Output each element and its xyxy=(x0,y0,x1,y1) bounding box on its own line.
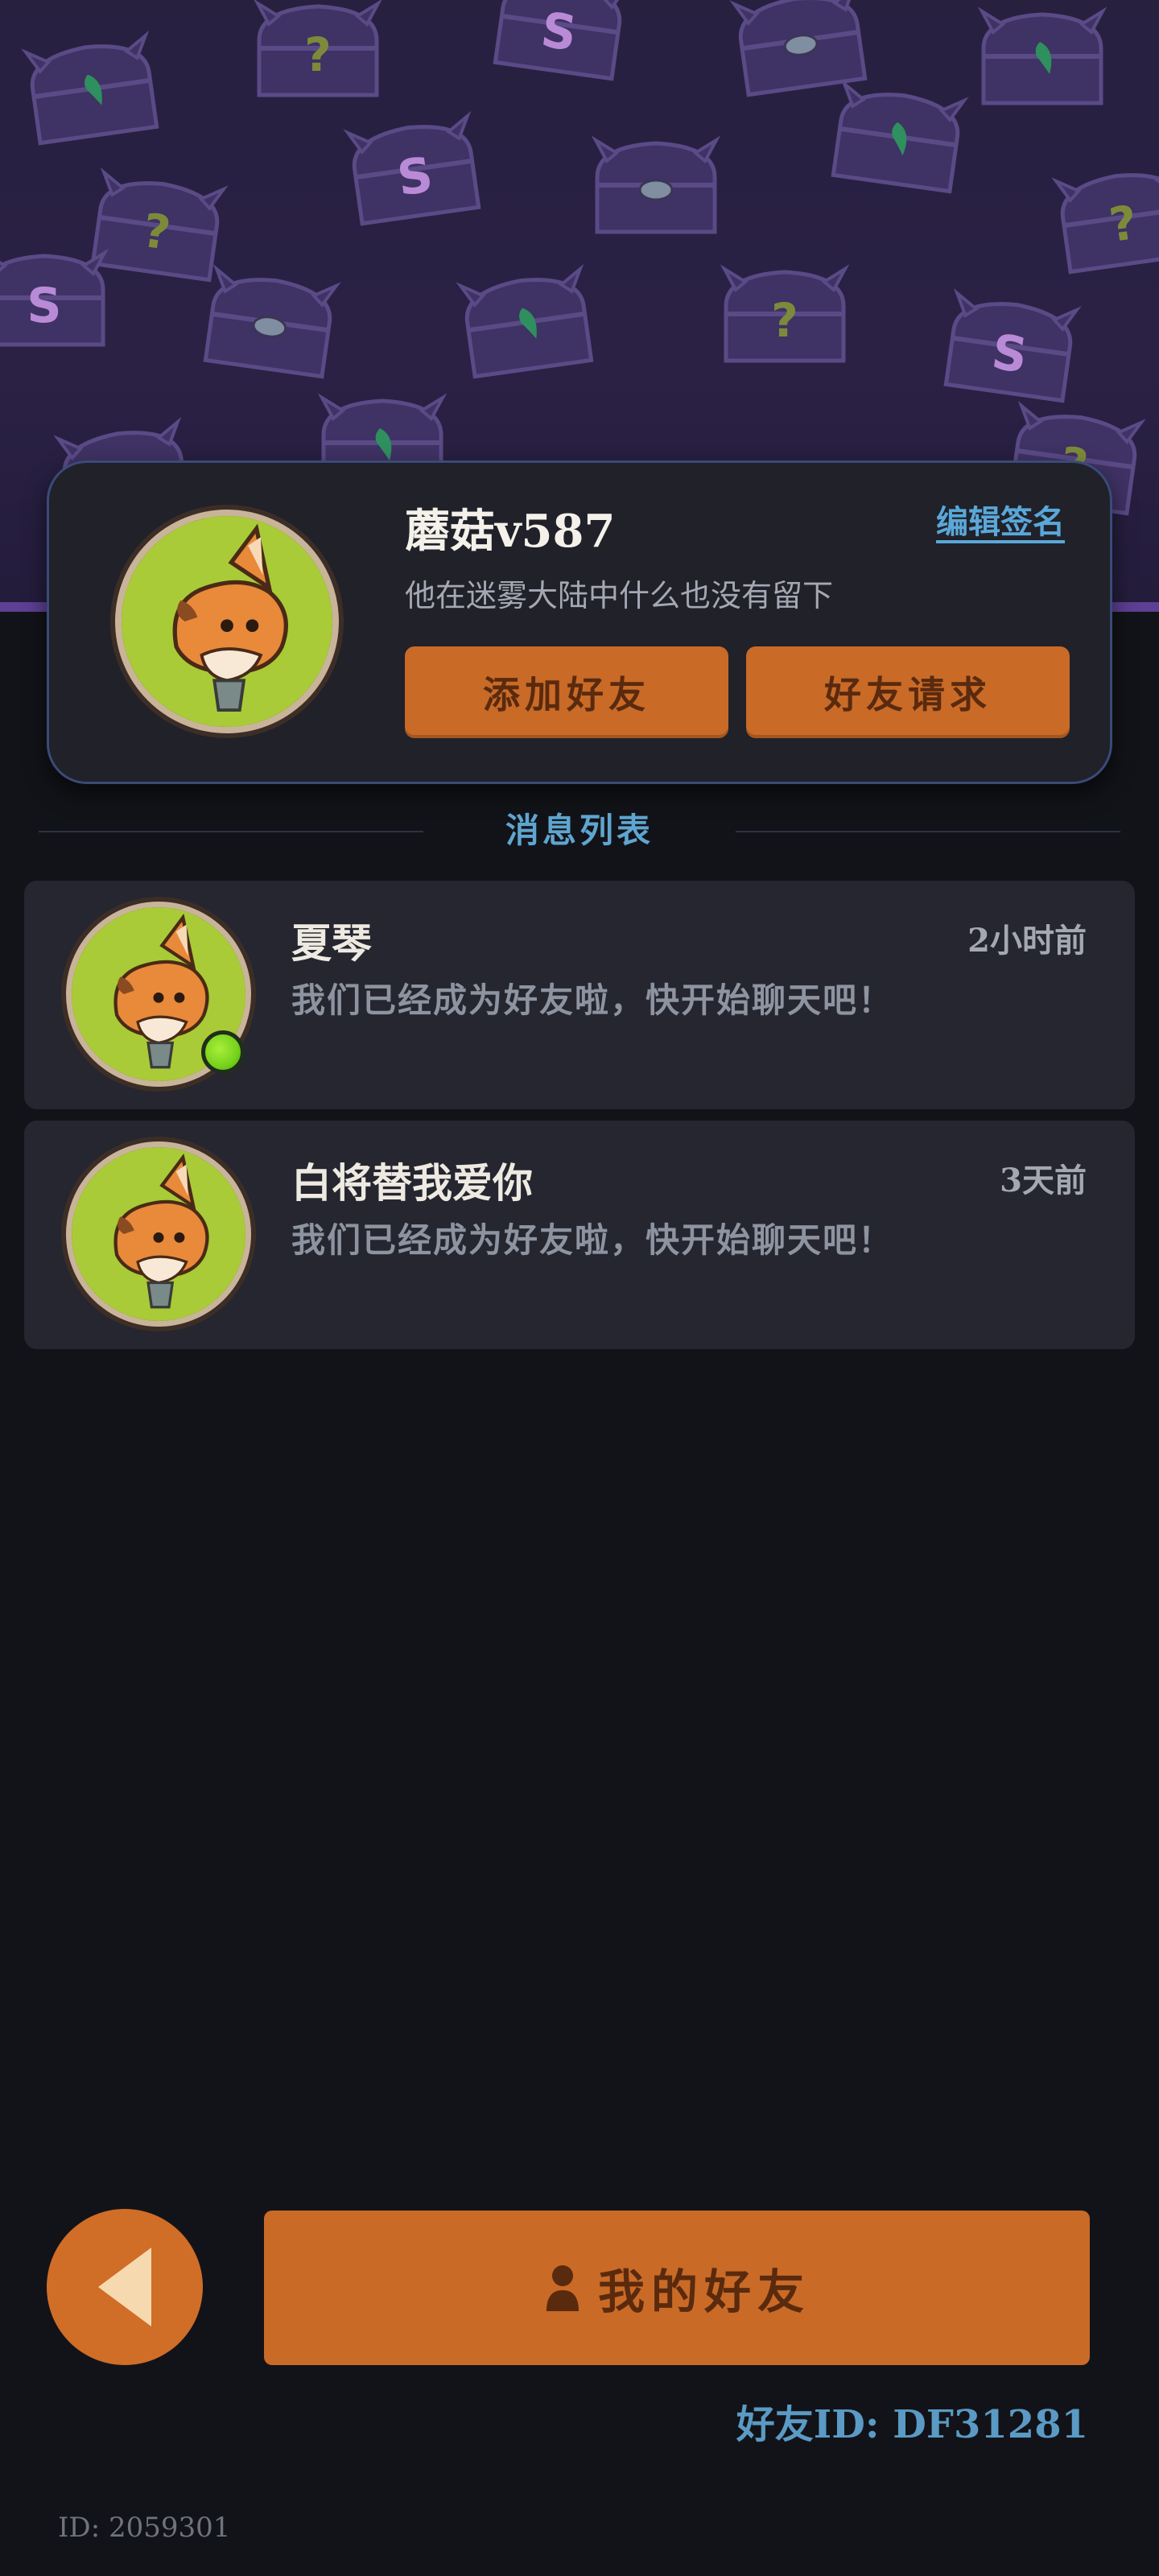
message-list-item[interactable]: 夏琴 2小时前 我们已经成为好友啦，快开始聊天吧！ xyxy=(24,881,1135,1109)
friend-name: 夏琴 xyxy=(291,919,372,967)
my-friends-label: 我的好友 xyxy=(597,2264,810,2319)
edit-signature-link[interactable]: 编辑签名 xyxy=(936,505,1065,543)
back-button[interactable] xyxy=(47,2209,203,2365)
chest-pattern-icon xyxy=(580,129,732,250)
chest-pattern-icon xyxy=(813,71,981,212)
profile-card: 蘑菇v587 编辑签名 他在迷雾大陆中什么也没有留下 添加好友 好友请求 xyxy=(47,460,1112,784)
message-preview: 我们已经成为好友啦，快开始聊天吧！ xyxy=(291,1220,894,1260)
chest-pattern-icon xyxy=(8,23,176,163)
message-list-item[interactable]: 白将替我爱你 3天前 我们已经成为好友啦，快开始聊天吧！ xyxy=(24,1121,1135,1349)
chest-pattern-icon: ? xyxy=(708,258,861,378)
chest-pattern-icon: ? xyxy=(1038,151,1159,292)
friend-name: 白将替我爱你 xyxy=(291,1159,533,1207)
svg-text:?: ? xyxy=(771,293,798,348)
friend-avatar[interactable] xyxy=(66,1141,251,1327)
back-arrow-icon xyxy=(98,2248,151,2326)
chest-pattern-icon: S xyxy=(0,242,121,362)
svg-text:S: S xyxy=(27,278,61,334)
add-friend-button[interactable]: 添加好友 xyxy=(405,646,728,738)
user-id-text: ID: 2059301 xyxy=(58,2512,231,2544)
chest-pattern-icon xyxy=(443,256,611,397)
chest-pattern-icon: ? xyxy=(241,0,394,113)
my-friends-button[interactable]: 我的好友 xyxy=(264,2211,1090,2365)
message-preview: 我们已经成为好友啦，快开始聊天吧！ xyxy=(291,980,894,1020)
message-list-title: 消息列表 xyxy=(505,811,654,850)
person-icon xyxy=(546,2265,579,2311)
profile-name: 蘑菇v587 xyxy=(405,505,616,558)
message-time: 3天前 xyxy=(1000,1162,1087,1199)
profile-signature: 他在迷雾大陆中什么也没有留下 xyxy=(405,578,834,613)
online-status-dot xyxy=(201,1030,245,1074)
message-time: 2小时前 xyxy=(967,922,1087,960)
profile-avatar[interactable] xyxy=(115,510,339,733)
fox-avatar-icon xyxy=(122,516,332,727)
svg-text:?: ? xyxy=(304,27,332,82)
chest-pattern-icon xyxy=(185,256,353,397)
chest-pattern-icon: S xyxy=(330,103,498,244)
friend-id-text: 好友ID: DF31281 xyxy=(736,2402,1088,2447)
friend-request-button[interactable]: 好友请求 xyxy=(746,646,1070,738)
chest-pattern-icon xyxy=(966,0,1119,121)
chest-pattern-icon: S xyxy=(475,0,643,98)
fox-avatar-icon xyxy=(72,1147,245,1321)
